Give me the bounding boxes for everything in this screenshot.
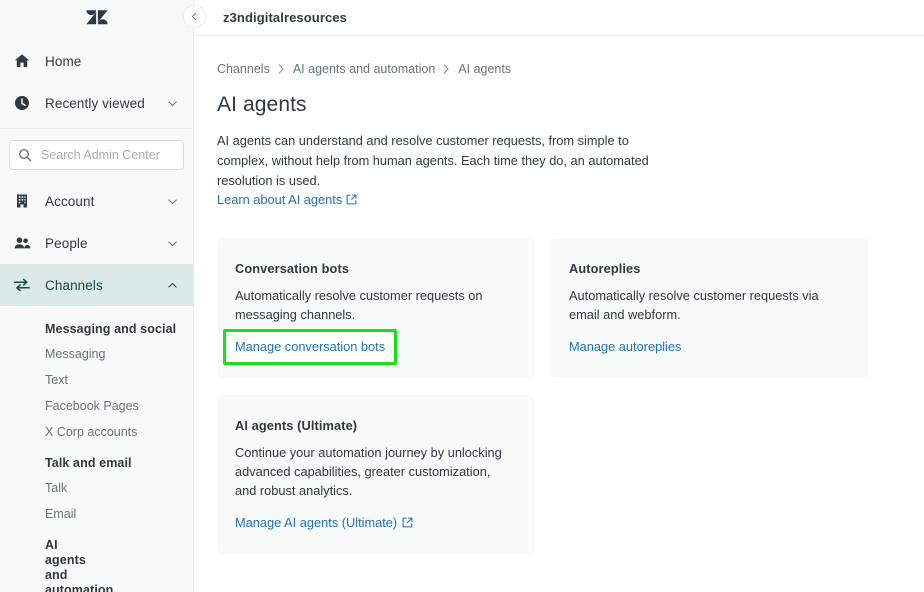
- sidebar-item-label: Home: [45, 53, 82, 69]
- manage-autoreplies-label: Manage autoreplies: [569, 339, 682, 354]
- chevron-down-icon: [167, 238, 179, 249]
- sidebar-item-people[interactable]: People: [0, 222, 193, 264]
- channels-arrows-icon: [10, 277, 34, 293]
- clock-icon: [10, 95, 34, 111]
- sidebar-subnav: Messaging and social Messaging Text Face…: [0, 306, 193, 592]
- breadcrumb-item-ai-agents: AI agents: [458, 62, 512, 76]
- sidebar-item-recently-viewed[interactable]: Recently viewed: [0, 82, 193, 124]
- breadcrumb: Channels AI agents and automation AI age…: [217, 62, 894, 76]
- brand-area: [0, 0, 193, 32]
- sidebar-collapse-button[interactable]: [183, 5, 206, 28]
- zendesk-logo[interactable]: [85, 9, 108, 27]
- external-link-icon: [346, 194, 357, 205]
- external-link-icon: [402, 517, 413, 528]
- search-box[interactable]: [9, 140, 184, 170]
- card-description: Automatically resolve customer requests …: [235, 288, 483, 322]
- subnav-group-title: Talk and email: [45, 456, 132, 470]
- sidebar-item-label: People: [45, 235, 88, 251]
- chevron-down-icon: [167, 98, 179, 109]
- card-title: AI agents (Ultimate): [235, 418, 358, 433]
- page-title: AI agents: [217, 93, 307, 116]
- sidebar-item-label: Recently viewed: [45, 95, 145, 111]
- building-icon: [10, 193, 34, 209]
- sidebar-item-email[interactable]: Email: [36, 502, 176, 527]
- admin-center-app: Home Recently viewed Search Admin Center…: [0, 0, 924, 592]
- highlight-wrapper: Manage conversation bots: [223, 329, 398, 365]
- card-conversation-bots: Conversation bots Automatically resolve …: [217, 238, 534, 378]
- sidebar-item-talk[interactable]: Talk: [36, 476, 176, 501]
- learn-about-ai-agents-label: Learn about AI agents: [217, 192, 343, 207]
- manage-ai-agents-ultimate-link[interactable]: Manage AI agents (Ultimate): [235, 515, 413, 530]
- card-description: Continue your automation journey by unlo…: [235, 445, 502, 498]
- home-icon: [10, 53, 34, 69]
- breadcrumb-item-channels[interactable]: Channels: [217, 62, 270, 76]
- sidebar-item-label: Account: [45, 193, 95, 209]
- chevron-left-icon: [190, 12, 199, 21]
- page-description: AI agents can understand and resolve cus…: [217, 131, 663, 191]
- account-name: z3ndigitalresources: [223, 10, 347, 25]
- card-title: Conversation bots: [235, 261, 350, 276]
- sidebar-main-nav: Account People Channels: [0, 180, 193, 306]
- breadcrumb-item-ai-agents-and-automation[interactable]: AI agents and automation: [293, 62, 435, 76]
- page-description-line-2: without help from human agents. Each tim…: [217, 153, 649, 188]
- cards-grid: Conversation bots Automatically resolve …: [217, 238, 868, 554]
- card-description: Automatically resolve customer requests …: [569, 288, 819, 322]
- manage-ai-agents-ultimate-label: Manage AI agents (Ultimate): [235, 515, 398, 530]
- manage-conversation-bots-label: Manage conversation bots: [235, 339, 386, 354]
- sidebar-item-messaging[interactable]: Messaging: [36, 342, 176, 367]
- search-area: [0, 129, 193, 180]
- search-icon: [18, 148, 34, 162]
- sidebar-item-text[interactable]: Text: [36, 368, 176, 393]
- people-icon: [10, 236, 34, 250]
- sidebar-item-label: Channels: [45, 277, 103, 293]
- manage-conversation-bots-link[interactable]: Manage conversation bots: [235, 339, 385, 354]
- subnav-group-title: AI agents and automation: [45, 538, 114, 592]
- search-input[interactable]: [34, 148, 175, 162]
- breadcrumb-separator-icon: [435, 64, 458, 74]
- sidebar-item-x-corp-accounts[interactable]: X Corp accounts: [36, 420, 176, 445]
- sidebar-item-channels[interactable]: Channels: [0, 264, 193, 306]
- card-title: Autoreplies: [569, 261, 641, 276]
- top-bar: z3ndigitalresources: [194, 0, 924, 36]
- sidebar-item-home[interactable]: Home: [0, 40, 193, 82]
- main-content: z3ndigitalresources Channels AI agents a…: [194, 0, 924, 592]
- sidebar-top-nav: Home Recently viewed: [0, 32, 193, 124]
- sidebar: Home Recently viewed Search Admin Center…: [0, 0, 194, 592]
- card-ai-agents-ultimate: AI agents (Ultimate) Continue your autom…: [217, 395, 534, 554]
- page-body: Channels AI agents and automation AI age…: [194, 36, 924, 554]
- manage-autoreplies-link[interactable]: Manage autoreplies: [569, 339, 681, 354]
- breadcrumb-separator-icon: [270, 64, 293, 74]
- chevron-up-icon: [167, 280, 179, 291]
- learn-about-ai-agents-link[interactable]: Learn about AI agents: [217, 192, 357, 207]
- sidebar-item-facebook-pages[interactable]: Facebook Pages: [36, 394, 176, 419]
- sidebar-item-account[interactable]: Account: [0, 180, 193, 222]
- chevron-down-icon: [167, 196, 179, 207]
- subnav-group-title: Messaging and social: [45, 322, 177, 336]
- card-autoreplies: Autoreplies Automatically resolve custom…: [551, 238, 868, 378]
